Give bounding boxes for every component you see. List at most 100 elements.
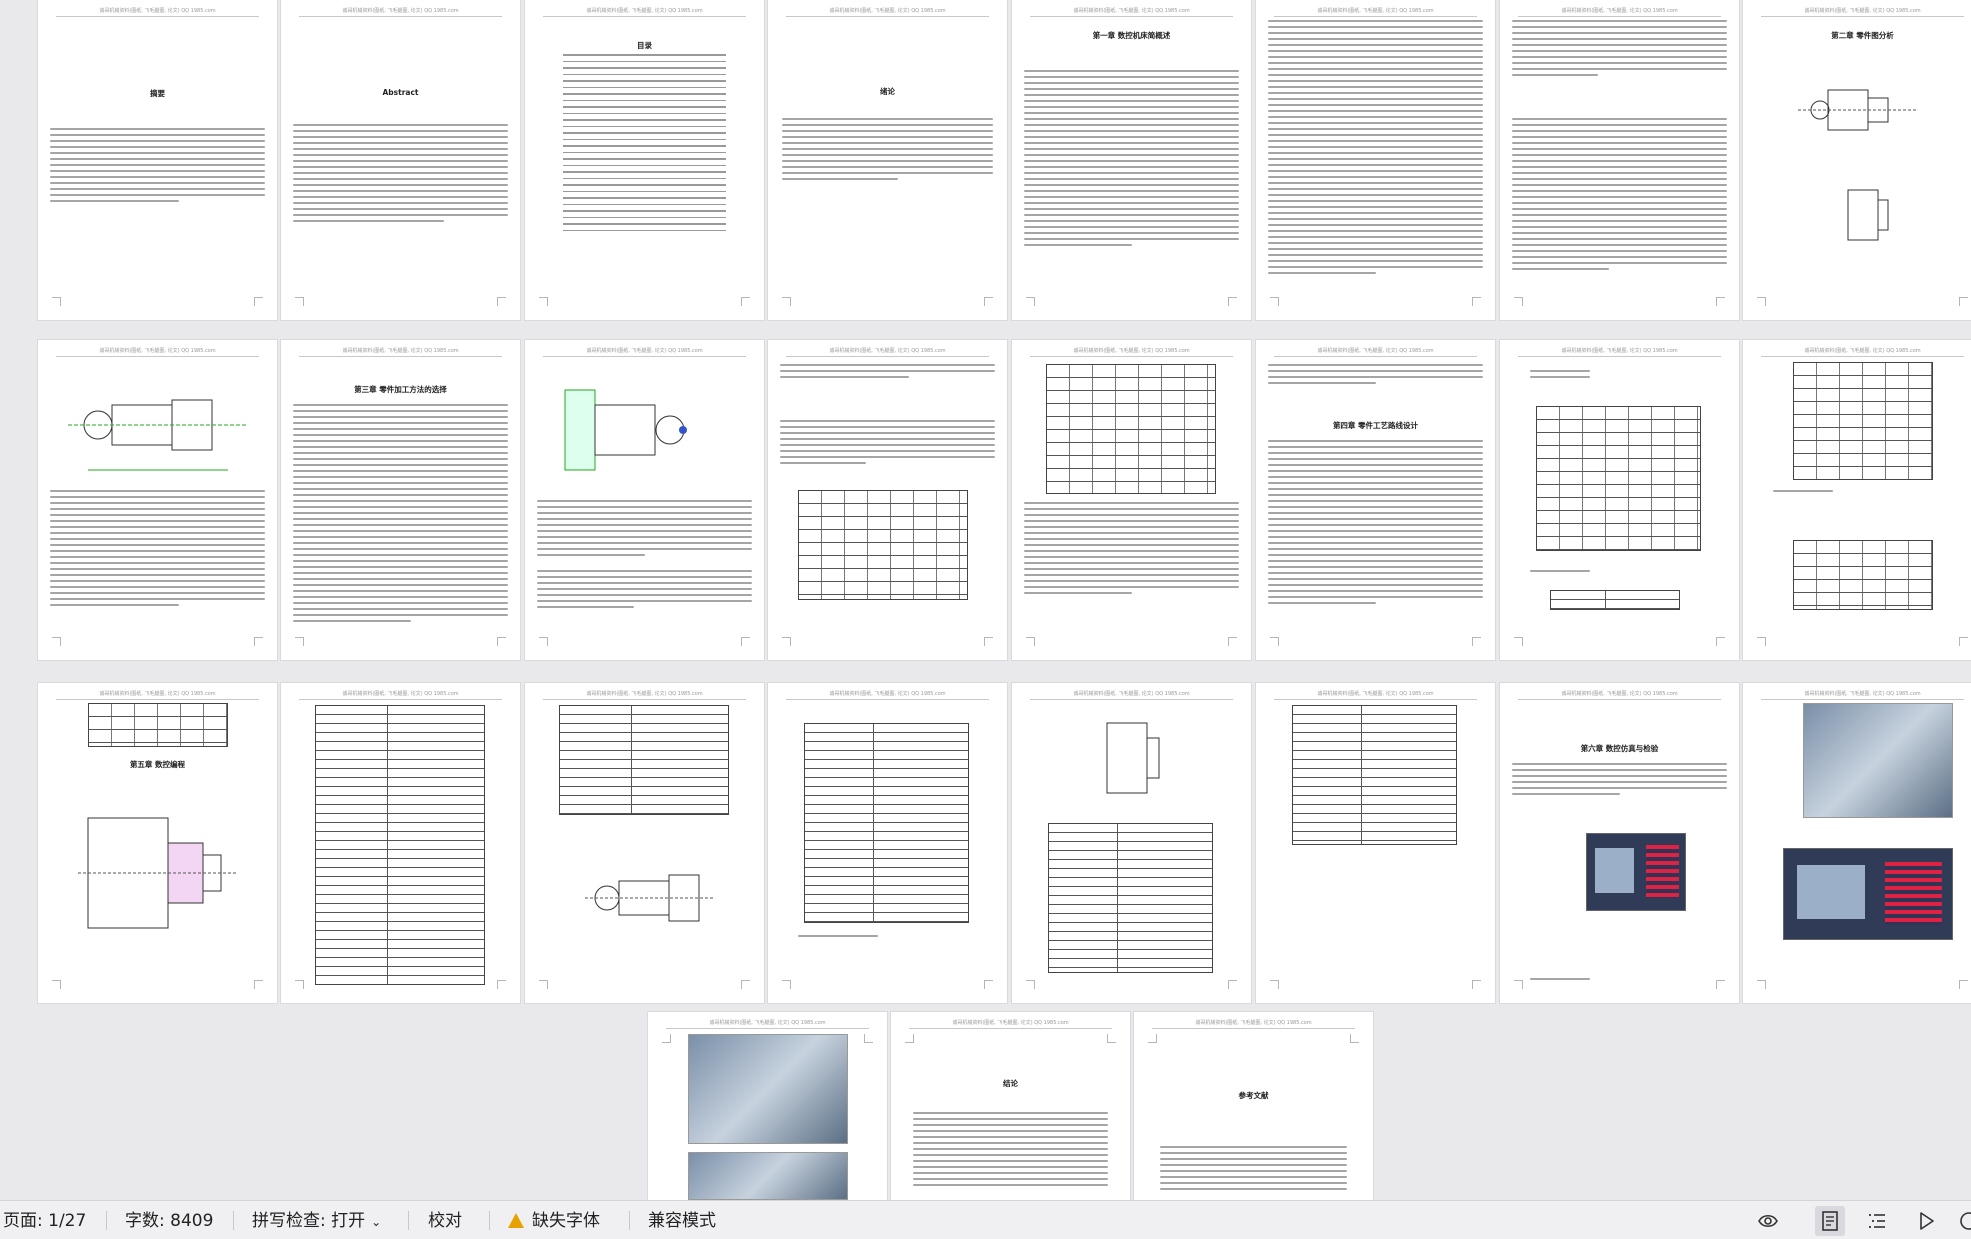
- page-header: 诚哥机械资料(图纸, 飞毛腿图, 论文) QQ 1985.com: [1761, 347, 1964, 357]
- page-thumbnail-12[interactable]: 诚哥机械资料(图纸, 飞毛腿图, 论文) QQ 1985.com: [768, 340, 1007, 660]
- page-thumbnail-15[interactable]: 诚哥机械资料(图纸, 飞毛腿图, 论文) QQ 1985.com: [1500, 340, 1739, 660]
- page-header: 诚哥机械资料(图纸, 飞毛腿图, 论文) QQ 1985.com: [1518, 347, 1721, 357]
- spell-check-toggle[interactable]: 拼写检查: 打开 ⌄: [252, 1210, 381, 1233]
- part-drawing: [564, 389, 687, 471]
- page-heading: 第四章 零件工艺路线设计: [1332, 421, 1419, 430]
- missing-fonts-button[interactable]: 缺失字体: [508, 1210, 600, 1232]
- page-heading: 第五章 数控编程: [129, 760, 186, 769]
- page-header: 诚哥机械资料(图纸, 飞毛腿图, 论文) QQ 1985.com: [56, 690, 259, 700]
- nc-program-table: [315, 705, 485, 985]
- page-header: 诚哥机械资料(图纸, 飞毛腿图, 论文) QQ 1985.com: [543, 690, 746, 700]
- page-header: 诚哥机械资料(图纸, 飞毛腿图, 论文) QQ 1985.com: [786, 347, 989, 357]
- simulation-screenshot: [1783, 848, 1953, 940]
- document-thumbnail-view: 诚哥机械资料(图纸, 飞毛腿图, 论文) QQ 1985.com 摘要 诚哥机械…: [0, 0, 1971, 1239]
- page-thumbnail-7[interactable]: 诚哥机械资料(图纸, 飞毛腿图, 论文) QQ 1985.com: [1500, 0, 1739, 320]
- page-header: 诚哥机械资料(图纸, 飞毛腿图, 论文) QQ 1985.com: [1152, 1019, 1355, 1029]
- page-heading: 第六章 数控仿真与检验: [1580, 744, 1659, 753]
- page-view-button[interactable]: [1815, 1206, 1845, 1236]
- page-header: 诚哥机械资料(图纸, 飞毛腿图, 论文) QQ 1985.com: [1274, 7, 1477, 17]
- page-thumbnail-13[interactable]: 诚哥机械资料(图纸, 飞毛腿图, 论文) QQ 1985.com: [1012, 340, 1251, 660]
- page-thumbnail-18[interactable]: 诚哥机械资料(图纸, 飞毛腿图, 论文) QQ 1985.com: [281, 683, 520, 1003]
- page-header: 诚哥机械资料(图纸, 飞毛腿图, 论文) QQ 1985.com: [786, 690, 989, 700]
- page-header: 诚哥机械资料(图纸, 飞毛腿图, 论文) QQ 1985.com: [299, 7, 502, 17]
- page-indicator[interactable]: 页面: 1/27: [3, 1210, 86, 1232]
- page-header: 诚哥机械资料(图纸, 飞毛腿图, 论文) QQ 1985.com: [1518, 690, 1721, 700]
- data-table: [88, 703, 228, 747]
- page-thumbnail-5[interactable]: 诚哥机械资料(图纸, 飞毛腿图, 论文) QQ 1985.com 第一章 数控机…: [1012, 0, 1251, 320]
- compat-mode-label[interactable]: 兼容模式: [648, 1210, 716, 1232]
- page-view-icon: [1822, 1211, 1838, 1231]
- chevron-down-icon: ⌄: [371, 1215, 382, 1229]
- data-table: [1550, 590, 1680, 610]
- eye-icon[interactable]: [1757, 1210, 1779, 1232]
- page-header: 诚哥机械资料(图纸, 飞毛腿图, 论文) QQ 1985.com: [909, 1019, 1112, 1029]
- page-heading: 第二章 零件图分析: [1831, 31, 1894, 40]
- part-drawing: [1847, 189, 1889, 241]
- page-header: 诚哥机械资料(图纸, 飞毛腿图, 论文) QQ 1985.com: [1030, 7, 1233, 17]
- page-thumbnail-21[interactable]: 诚哥机械资料(图纸, 飞毛腿图, 论文) QQ 1985.com: [1012, 683, 1251, 1003]
- page-header: 诚哥机械资料(图纸, 飞毛腿图, 论文) QQ 1985.com: [1518, 7, 1721, 17]
- outline-icon[interactable]: [1866, 1210, 1888, 1232]
- page-thumbnail-27[interactable]: 诚哥机械资料(图纸, 飞毛腿图, 论文) QQ 1985.com 参考文献: [1134, 1012, 1373, 1200]
- page-thumbnail-6[interactable]: 诚哥机械资料(图纸, 飞毛腿图, 论文) QQ 1985.com: [1256, 0, 1495, 320]
- page-thumbnail-4[interactable]: 诚哥机械资料(图纸, 飞毛腿图, 论文) QQ 1985.com 绪论: [768, 0, 1007, 320]
- page-header: 诚哥机械资料(图纸, 飞毛腿图, 论文) QQ 1985.com: [1274, 690, 1477, 700]
- word-count[interactable]: 字数: 8409: [125, 1210, 213, 1232]
- page-header: 诚哥机械资料(图纸, 飞毛腿图, 论文) QQ 1985.com: [299, 690, 502, 700]
- page-thumbnail-23[interactable]: 诚哥机械资料(图纸, 飞毛腿图, 论文) QQ 1985.com 第六章 数控仿…: [1500, 683, 1739, 1003]
- page-heading: 目录: [637, 41, 652, 50]
- page-thumbnail-22[interactable]: 诚哥机械资料(图纸, 飞毛腿图, 论文) QQ 1985.com: [1256, 683, 1495, 1003]
- data-table: [1046, 364, 1216, 494]
- page-thumbnail-24[interactable]: 诚哥机械资料(图纸, 飞毛腿图, 论文) QQ 1985.com: [1743, 683, 1971, 1003]
- page-header: 诚哥机械资料(图纸, 飞毛腿图, 论文) QQ 1985.com: [56, 7, 259, 17]
- part-drawing: [78, 817, 238, 929]
- web-view-icon[interactable]: [1958, 1210, 1971, 1232]
- page-thumbnail-9[interactable]: 诚哥机械资料(图纸, 飞毛腿图, 论文) QQ 1985.com: [38, 340, 277, 660]
- page-header: 诚哥机械资料(图纸, 飞毛腿图, 论文) QQ 1985.com: [1030, 690, 1233, 700]
- data-table: [1536, 406, 1701, 551]
- status-bar: 页面: 1/27 字数: 8409 拼写检查: 打开 ⌄ 校对 缺失字体 兼容模式: [0, 1200, 1971, 1239]
- page-header: 诚哥机械资料(图纸, 飞毛腿图, 论文) QQ 1985.com: [299, 347, 502, 357]
- page-header: 诚哥机械资料(图纸, 飞毛腿图, 论文) QQ 1985.com: [543, 7, 746, 17]
- page-heading: 第一章 数控机床简概述: [1092, 31, 1171, 40]
- page-header: 诚哥机械资料(图纸, 飞毛腿图, 论文) QQ 1985.com: [1761, 7, 1964, 17]
- page-thumbnail-25[interactable]: 诚哥机械资料(图纸, 飞毛腿图, 论文) QQ 1985.com: [648, 1012, 887, 1200]
- page-thumbnail-1[interactable]: 诚哥机械资料(图纸, 飞毛腿图, 论文) QQ 1985.com 摘要: [38, 0, 277, 320]
- page-thumbnail-3[interactable]: 诚哥机械资料(图纸, 飞毛腿图, 论文) QQ 1985.com 目录: [525, 0, 764, 320]
- page-header: 诚哥机械资料(图纸, 飞毛腿图, 论文) QQ 1985.com: [56, 347, 259, 357]
- simulation-screenshot: [1586, 833, 1686, 911]
- page-header: 诚哥机械资料(图纸, 飞毛腿图, 论文) QQ 1985.com: [786, 7, 989, 17]
- page-thumbnail-11[interactable]: 诚哥机械资料(图纸, 飞毛腿图, 论文) QQ 1985.com: [525, 340, 764, 660]
- simulation-render: [688, 1152, 848, 1200]
- part-drawing: [585, 874, 715, 922]
- spell-check-label: 拼写检查: 打开: [252, 1211, 366, 1231]
- page-thumbnail-2[interactable]: 诚哥机械资料(图纸, 飞毛腿图, 论文) QQ 1985.com Abstrac…: [281, 0, 520, 320]
- part-drawing: [68, 399, 248, 471]
- simulation-render: [688, 1034, 848, 1144]
- page-thumbnail-10[interactable]: 诚哥机械资料(图纸, 飞毛腿图, 论文) QQ 1985.com 第三章 零件加…: [281, 340, 520, 660]
- page-header: 诚哥机械资料(图纸, 飞毛腿图, 论文) QQ 1985.com: [1030, 347, 1233, 357]
- page-thumbnail-20[interactable]: 诚哥机械资料(图纸, 飞毛腿图, 论文) QQ 1985.com: [768, 683, 1007, 1003]
- nc-program-table: [804, 723, 969, 923]
- page-heading: 摘要: [150, 89, 165, 98]
- proofread-button[interactable]: 校对: [428, 1210, 462, 1232]
- page-thumbnail-19[interactable]: 诚哥机械资料(图纸, 飞毛腿图, 论文) QQ 1985.com: [525, 683, 764, 1003]
- page-heading: Abstract: [382, 88, 419, 97]
- page-thumbnail-8[interactable]: 诚哥机械资料(图纸, 飞毛腿图, 论文) QQ 1985.com 第二章 零件图…: [1743, 0, 1971, 320]
- part-drawing: [1106, 722, 1160, 794]
- page-thumbnail-16[interactable]: 诚哥机械资料(图纸, 飞毛腿图, 论文) QQ 1985.com: [1743, 340, 1971, 660]
- play-icon[interactable]: [1915, 1210, 1937, 1232]
- warning-icon: [508, 1213, 524, 1228]
- page-heading: 第三章 零件加工方法的选择: [354, 385, 447, 394]
- page-thumbnail-17[interactable]: 诚哥机械资料(图纸, 飞毛腿图, 论文) QQ 1985.com 第五章 数控编…: [38, 683, 277, 1003]
- page-header: 诚哥机械资料(图纸, 飞毛腿图, 论文) QQ 1985.com: [543, 347, 746, 357]
- page-thumbnail-26[interactable]: 诚哥机械资料(图纸, 飞毛腿图, 论文) QQ 1985.com 结论: [891, 1012, 1130, 1200]
- simulation-render: [1803, 703, 1953, 818]
- nc-program-table: [1048, 823, 1213, 973]
- page-heading: 绪论: [880, 87, 895, 96]
- page-thumbnail-14[interactable]: 诚哥机械资料(图纸, 飞毛腿图, 论文) QQ 1985.com 第四章 零件工…: [1256, 340, 1495, 660]
- page-heading: 参考文献: [1238, 1091, 1269, 1100]
- data-table: [1793, 540, 1933, 610]
- nc-program-table: [1292, 705, 1457, 845]
- part-drawing: [1798, 89, 1918, 131]
